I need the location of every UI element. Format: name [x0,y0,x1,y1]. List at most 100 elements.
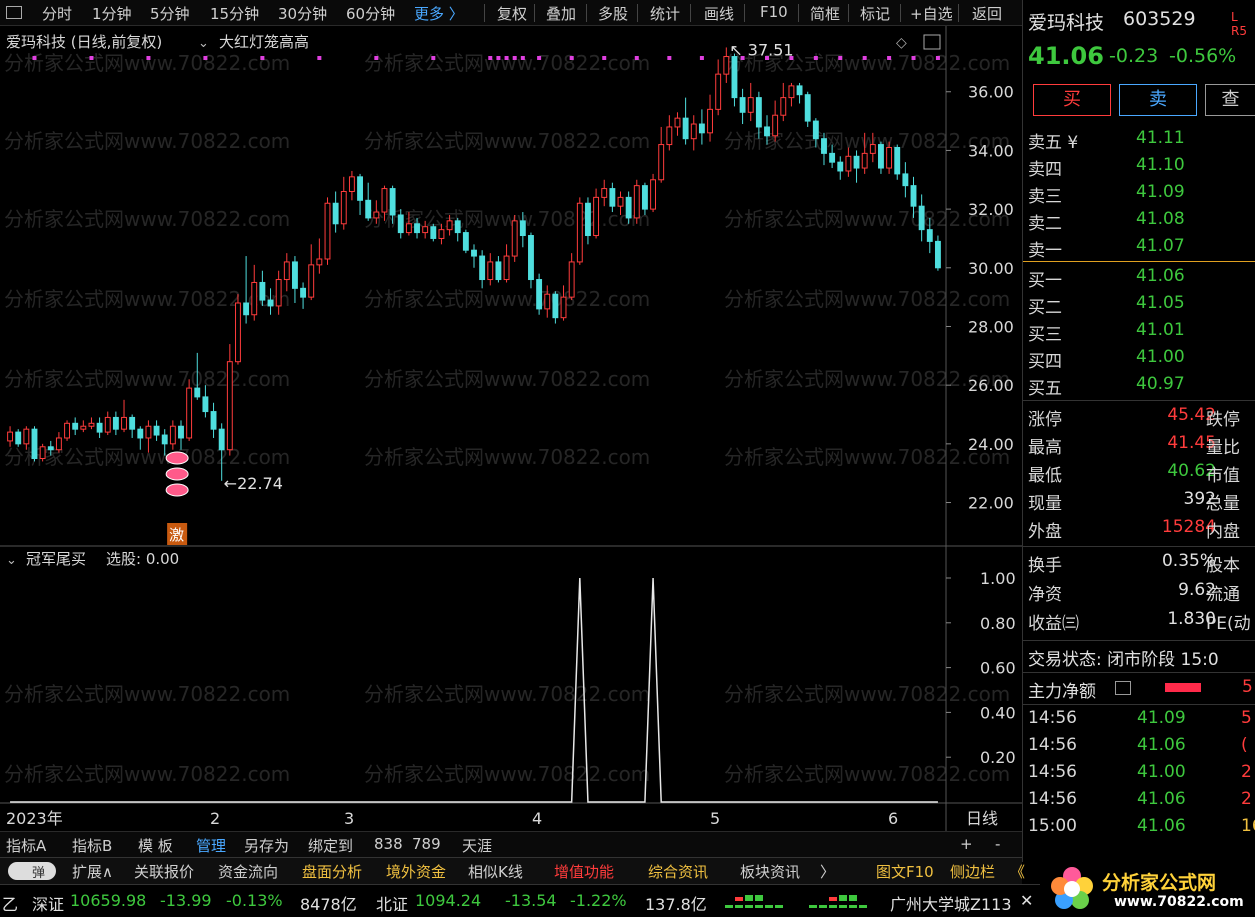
ask-label: 卖五 ¥ [1028,133,1079,153]
bid-row[interactable]: 买一 41.06 [1023,264,1255,291]
toolbar-item-9[interactable]: 多股 [598,3,628,24]
price-change: -0.23 [1109,45,1159,67]
candle-body [511,220,518,257]
bid-row[interactable]: 买四 41.00 [1023,345,1255,372]
toolbar-item-15[interactable]: +自选 [910,3,953,24]
toolbar-item-1[interactable]: 1分钟 [92,3,132,24]
indicator-tab-bar: 指标A 指标B 模 板 管理 另存为 绑定到 838 789 天涯 + - [0,831,1022,857]
watermark-text: 分析家公式网www.70822.com [364,51,650,75]
function-item-9[interactable]: 〉 [820,861,835,882]
candle-body [894,146,901,175]
indicator-tab-2[interactable]: 模 板 [138,835,173,856]
bid-row[interactable]: 买三 41.01 [1023,318,1255,345]
indicator-tab-3[interactable]: 管理 [196,835,226,856]
ask-row[interactable]: 卖二 41.08 [1023,207,1255,234]
indicator-tab-8[interactable]: 天涯 [462,835,492,856]
close-icon[interactable]: ✕ [1020,891,1033,910]
candle-body [910,185,917,207]
candle-body [878,144,884,169]
list-icon[interactable] [1115,681,1131,695]
panel-toggle-icon[interactable] [923,34,941,50]
toolbar-item-4[interactable]: 30分钟 [278,3,327,24]
indicator-tab-1[interactable]: 指标B [72,835,112,856]
function-item-0[interactable]: 扩展∧ [72,861,113,882]
tick-time: 14:56 [1028,735,1077,755]
ask-row[interactable]: 卖五 ¥ 41.11 [1023,126,1255,153]
ask-row[interactable]: 卖一 41.07 [1023,234,1255,261]
x-axis-label: 4 [532,809,542,828]
stock-code: 603529 [1123,8,1196,30]
tick-volume: ( [1241,735,1248,755]
bid-row[interactable]: 买五 40.97 [1023,372,1255,399]
stat2-label: 收益㈢ [1028,614,1079,634]
candle-body [381,188,388,213]
collapse-icon[interactable]: ⌄ [198,36,209,51]
function-item-3[interactable]: 盘面分析 [302,861,362,882]
function-item-10[interactable]: 图文F10 [876,861,934,882]
candle-body [283,261,290,281]
toolbar-item-8[interactable]: 叠加 [546,3,576,24]
ask-label: 卖四 [1028,160,1062,180]
function-item-5[interactable]: 相似K线 [468,861,523,882]
stat-right-label: 量比 [1206,438,1240,458]
function-item-12[interactable]: 《 [1010,861,1025,882]
zoom-in-button[interactable]: + [960,835,973,853]
diamond-icon[interactable]: ◇ [896,35,907,51]
toolbar-item-3[interactable]: 15分钟 [210,3,259,24]
function-item-6[interactable]: 增值功能 [554,861,614,882]
bid-label: 买五 [1028,379,1062,399]
candle-body [39,446,46,460]
candle-body [348,176,355,193]
candle-body [31,428,38,460]
tick-price: 41.06 [1137,789,1186,809]
function-item-1[interactable]: 关联报价 [134,861,194,882]
kline-svg[interactable]: 分析家公式网www.70822.com 分析家公式网www.70822.com 分析… [0,26,1022,831]
indicator-tab-4[interactable]: 另存为 [244,835,289,856]
signal-dot [317,56,322,60]
period-label[interactable]: 日线 [966,809,998,828]
toolbar-item-5[interactable]: 60分钟 [346,3,395,24]
bid-row[interactable]: 买二 41.05 [1023,291,1255,318]
toolbar-item-0[interactable]: 分时 [42,3,72,24]
ask-row[interactable]: 卖四 41.10 [1023,153,1255,180]
toolbar-item-16[interactable]: 返回 [972,3,1002,24]
indicator-tab-6[interactable]: 838 [374,835,403,853]
toolbar-separator [900,4,901,22]
toolbar-item-12[interactable]: F10 [760,3,788,21]
main-flow-row[interactable]: 主力净额 5 [1023,672,1255,702]
sub-collapse-icon[interactable]: ⌄ [6,553,17,568]
kline-chart-area[interactable]: 分析家公式网www.70822.com 分析家公式网www.70822.com 分析… [0,26,1022,831]
indicator-tab-0[interactable]: 指标A [6,835,46,856]
function-item-11[interactable]: 侧边栏 [950,861,995,882]
function-item-7[interactable]: 综合资讯 [648,861,708,882]
price-tick-label: 34.00 [968,141,1014,160]
candle-body [869,144,876,154]
toolbar-item-14[interactable]: 标记 [860,3,890,24]
toolbar-item-11[interactable]: 画线 [704,3,734,24]
buy-button[interactable]: 买 [1033,84,1111,116]
zoom-out-button[interactable]: - [995,835,1000,853]
candle-body [552,293,559,319]
window-icon[interactable] [6,6,22,19]
indicator-tab-7[interactable]: 789 [412,835,441,853]
function-item-8[interactable]: 板块资讯 [740,861,800,882]
sell-button[interactable]: 卖 [1119,84,1197,116]
indicator-tab-5[interactable]: 绑定到 [308,835,353,856]
ask-row[interactable]: 卖三 41.09 [1023,180,1255,207]
toolbar-item-13[interactable]: 简框 [810,3,840,24]
query-button[interactable]: 查 [1205,84,1255,116]
candle-body [259,281,266,301]
function-item-2[interactable]: 资金流向 [218,861,278,882]
toolbar-item-6[interactable]: 更多 〉 [414,3,464,24]
site-logo: 分析家公式网 www.70822.com [1040,862,1255,917]
toolbar-item-10[interactable]: 统计 [650,3,680,24]
toggle-switch[interactable]: 弹 [8,862,56,881]
toolbar-item-2[interactable]: 5分钟 [150,3,190,24]
ask-price: 41.10 [1136,155,1185,175]
signal-dot [911,56,916,60]
function-item-4[interactable]: 境外资金 [386,861,446,882]
sz-value: 10659.98 [70,891,147,910]
toolbar-separator [798,4,799,22]
signal-dot [32,56,37,60]
toolbar-item-7[interactable]: 复权 [497,3,527,24]
